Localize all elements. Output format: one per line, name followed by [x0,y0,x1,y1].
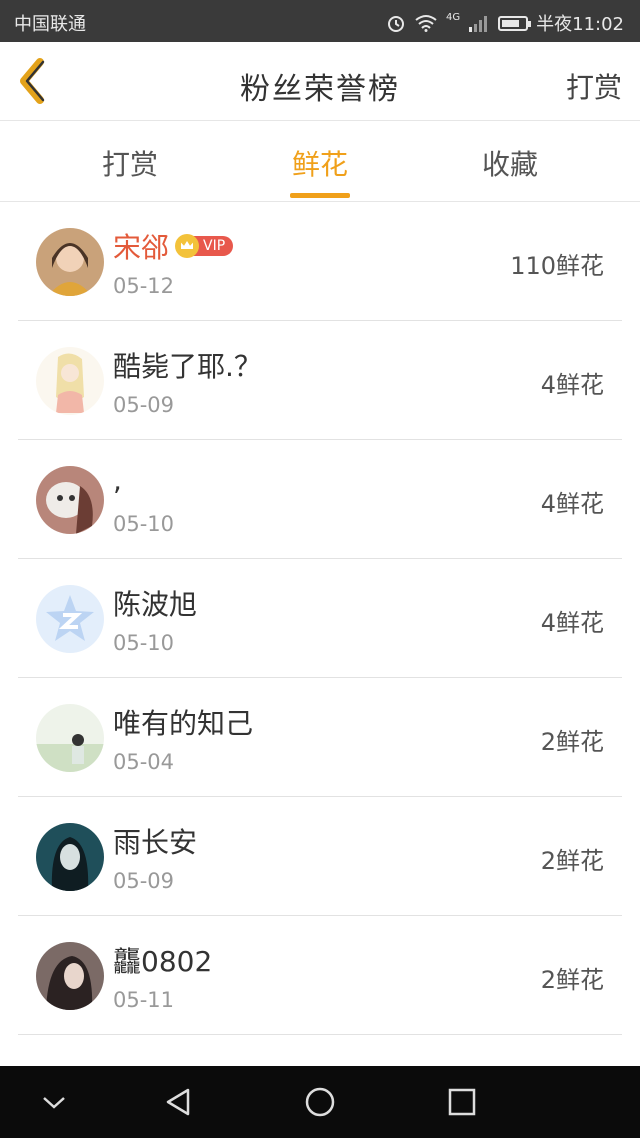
fan-name: , [113,464,122,497]
list-item[interactable]: 龘0802 05-11 2鲜花 [18,916,622,1035]
flower-count: 4鲜花 [540,609,604,637]
fan-name: 酷毙了耶.？ [113,350,262,383]
flower-count: 4鲜花 [540,371,604,399]
list-item[interactable]: 唯有的知己 05-04 2鲜花 [18,678,622,797]
carrier-label: 中国联通 [14,14,86,35]
page-title: 粉丝荣誉榜 [240,72,400,107]
hide-keyboard-button[interactable] [36,1084,72,1120]
nav-home-button[interactable] [302,1084,338,1120]
network-type-label: 4G [446,11,461,23]
flower-count: 110鲜花 [510,252,604,280]
avatar [36,704,104,772]
status-icons: 4G 半夜11:02 [386,10,624,36]
fan-date: 05-12 [113,274,175,298]
nav-back-button[interactable] [160,1084,196,1120]
wifi-icon [415,15,437,32]
fan-list: 宋郤 VIP 05-12 110鲜花 酷毙了耶.？ 05-09 4鲜花 , 05… [0,202,640,1035]
clock-label: 半夜11:02 [536,14,624,35]
crown-icon [175,234,200,258]
system-nav-bar [0,1066,640,1138]
signal-icon [469,16,488,32]
fan-date: 05-04 [113,750,175,774]
flower-count: 4鲜花 [540,490,604,518]
square-recents-icon [448,1088,476,1116]
list-item[interactable]: 宋郤 VIP 05-12 110鲜花 [18,202,622,321]
flower-count: 2鲜花 [540,728,604,756]
fan-name: 宋郤 [113,231,170,264]
chevron-down-icon [43,1097,65,1109]
fan-name: 陈波旭 [113,588,198,621]
tab-reward[interactable]: 打赏 [70,143,190,183]
list-item[interactable]: 雨长安 05-09 2鲜花 [18,797,622,916]
fan-date: 05-10 [113,512,175,536]
tab-bar: 打赏 鲜花 收藏 [0,121,640,202]
nav-recents-button[interactable] [444,1084,480,1120]
fan-date: 05-10 [113,631,175,655]
active-tab-indicator [290,193,350,198]
tab-favorites[interactable]: 收藏 [450,143,570,183]
app-header: 粉丝荣誉榜 打赏 [0,42,640,121]
fan-date: 05-11 [113,988,175,1012]
avatar [36,228,104,296]
avatar [36,585,104,653]
fan-date: 05-09 [113,869,175,893]
fan-name: 雨长安 [113,826,198,859]
list-item[interactable]: 陈波旭 05-10 4鲜花 [18,559,622,678]
avatar [36,466,104,534]
list-item[interactable]: 酷毙了耶.？ 05-09 4鲜花 [18,321,622,440]
triangle-back-icon [166,1088,190,1116]
flower-count: 2鲜花 [540,847,604,875]
vip-badge: VIP [175,234,234,258]
avatar [36,823,104,891]
alarm-icon [388,16,404,32]
avatar [36,347,104,415]
battery-icon [498,15,532,31]
flower-count: 2鲜花 [540,966,604,994]
status-bar: 中国联通 4G 半夜11:02 [0,0,640,42]
fan-date: 05-09 [113,393,175,417]
tab-flowers[interactable]: 鲜花 [260,143,380,183]
list-item[interactable]: , 05-10 4鲜花 [18,440,622,559]
reward-button[interactable]: 打赏 [566,66,622,106]
circle-home-icon [305,1087,335,1117]
fan-name: 龘0802 [113,945,213,978]
avatar [36,942,104,1010]
fan-name: 唯有的知己 [113,707,254,740]
